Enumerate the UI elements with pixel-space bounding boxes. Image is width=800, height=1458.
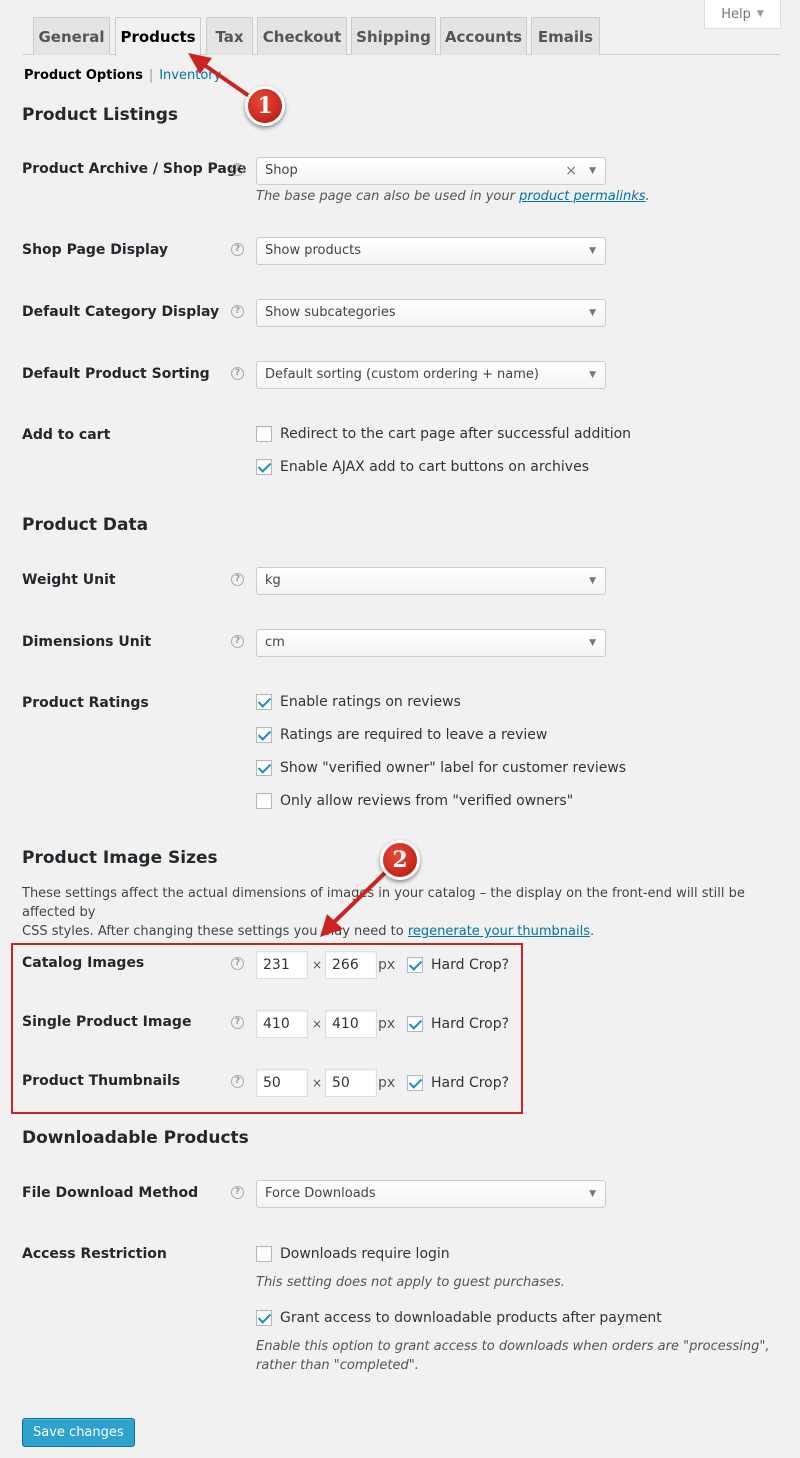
- arrow-2-line: [328, 868, 390, 928]
- arrow-1-line: [198, 60, 254, 100]
- annotation-badge-2: 2: [380, 840, 420, 880]
- annotation-arrows: [188, 53, 390, 937]
- arrow-1-head: [188, 53, 212, 74]
- annotation-badge-1: 1: [245, 86, 285, 126]
